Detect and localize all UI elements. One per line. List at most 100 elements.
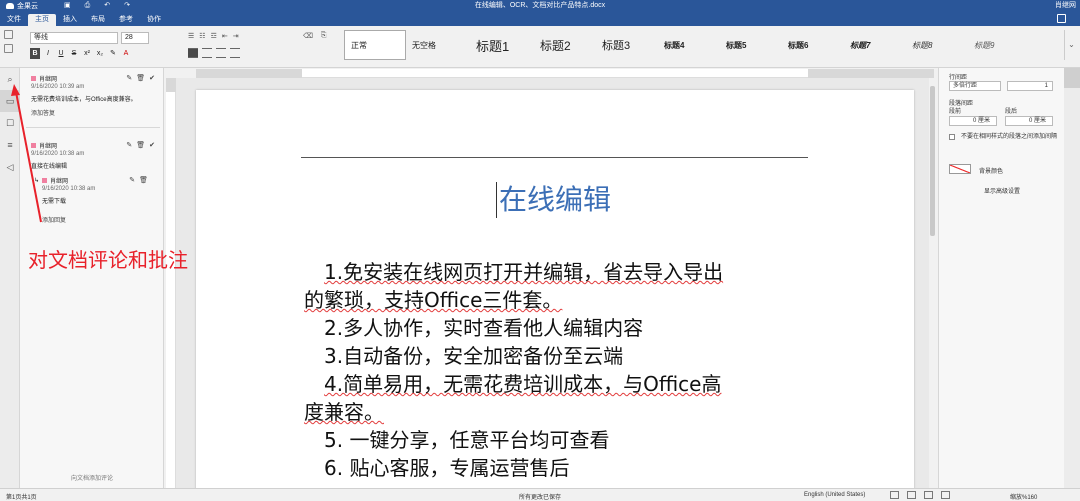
paragraph-line[interactable]: 4.简单易用，无需花费培训成本，与Office高 [304, 370, 812, 398]
comments-icon[interactable]: ▭ [0, 90, 20, 112]
edit-icon[interactable]: ✎ [129, 176, 135, 184]
no-space-checkbox[interactable] [949, 134, 955, 140]
font-family-select[interactable]: 等线 [30, 32, 118, 44]
paste-icon[interactable] [4, 44, 13, 53]
redo-icon[interactable]: ↷ [124, 0, 130, 12]
paragraph-line[interactable]: 3.自动备份，安全加密备份至云端 [304, 342, 812, 370]
style-heading-2[interactable]: 标题2 [534, 30, 596, 60]
style-heading-4[interactable]: 标题4 [658, 30, 720, 60]
delete-icon[interactable]: 🗑 [136, 141, 145, 149]
background-color-swatch[interactable] [949, 164, 971, 174]
spellcheck-icon[interactable] [890, 491, 899, 499]
menu-home[interactable]: 主页 [28, 14, 56, 26]
document-page[interactable]: 在线编辑 1.免安装在线网页打开并编辑，省去导入导出 的繁琐，支持Office三… [196, 90, 914, 488]
line-spacing-select[interactable]: 多倍行距 [949, 81, 1001, 91]
zoom-level[interactable]: 缩放%160 [1010, 492, 1037, 501]
add-comment-link[interactable]: 向文档添加评论 [20, 473, 164, 482]
align-right-icon[interactable] [216, 48, 226, 58]
bold-button[interactable]: B [30, 48, 40, 59]
image-settings-icon[interactable] [1064, 108, 1080, 128]
multilevel-list-icon[interactable]: ☲ [211, 32, 217, 40]
table-settings-icon[interactable] [1064, 88, 1080, 108]
align-left-icon[interactable] [188, 48, 198, 58]
align-center-icon[interactable] [202, 48, 212, 58]
paragraph-settings-icon[interactable] [1064, 68, 1080, 88]
style-heading-3[interactable]: 标题3 [596, 30, 658, 60]
add-reply-link[interactable]: 添加答复 [31, 108, 161, 117]
menu-file[interactable]: 文件 [0, 14, 28, 26]
delete-icon[interactable]: 🗑 [139, 176, 148, 184]
style-gallery: 正常 无空格 标题1 标题2 标题3 标题4 标题5 标题6 标题7 标题8 标… [344, 30, 1068, 60]
horizontal-ruler[interactable] [196, 69, 934, 78]
style-heading-1[interactable]: 标题1 [470, 30, 534, 60]
font-size-select[interactable]: 28 [121, 32, 149, 44]
superscript-button[interactable]: x² [82, 48, 92, 59]
track-changes-icon[interactable] [907, 491, 916, 499]
indent-decrease-icon[interactable]: ⇤ [222, 32, 228, 40]
resolve-check-icon[interactable]: ✔ [149, 74, 155, 82]
scrollbar-thumb[interactable] [930, 86, 935, 236]
menu-layout[interactable]: 布局 [84, 14, 112, 26]
menu-collaboration[interactable]: 协作 [140, 14, 168, 26]
menu-references[interactable]: 参考 [112, 14, 140, 26]
menu-insert[interactable]: 插入 [56, 14, 84, 26]
paragraph-line[interactable]: 1.免安装在线网页打开并编辑，省去导入导出 [304, 258, 812, 286]
resolve-check-icon[interactable]: ✔ [149, 141, 155, 149]
vertical-scrollbar[interactable] [929, 78, 936, 488]
document-heading[interactable]: 在线编辑 [196, 178, 914, 218]
style-heading-7[interactable]: 标题7 [844, 30, 906, 60]
window-mode-icon[interactable] [1057, 14, 1066, 23]
paragraph-line[interactable]: 5. 一键分享，任意平台均可查看 [304, 426, 812, 454]
vertical-ruler[interactable] [166, 78, 176, 488]
review-icon[interactable]: ☐ [0, 112, 20, 134]
spacing-after-input[interactable]: 0 厘米 [1005, 116, 1053, 126]
paragraph-line[interactable]: 度兼容。 [304, 398, 812, 426]
undo-icon[interactable]: ↶ [104, 0, 110, 12]
search-icon[interactable]: ⌕ [0, 68, 20, 90]
print-icon[interactable]: ⎙ [85, 0, 91, 12]
style-normal[interactable]: 正常 [344, 30, 406, 60]
bullet-list-icon[interactable]: ☰ [188, 32, 194, 40]
fit-width-icon[interactable] [941, 491, 950, 499]
underline-button[interactable]: U [56, 48, 66, 59]
user-name[interactable]: 肖继网 [1055, 0, 1076, 12]
subscript-button[interactable]: x₂ [95, 48, 105, 59]
strikethrough-button[interactable]: S [69, 48, 79, 59]
paragraph-line[interactable]: 6. 贴心客服，专属运营售后 [304, 454, 812, 482]
paragraph-line[interactable]: 2.多人协作，实时查看他人编辑内容 [304, 314, 812, 342]
feedback-icon[interactable]: ◁ [0, 156, 20, 178]
style-heading-5[interactable]: 标题5 [720, 30, 782, 60]
italic-button[interactable]: I [43, 48, 53, 59]
style-heading-9[interactable]: 标题9 [968, 30, 1030, 60]
edit-icon[interactable]: ✎ [126, 74, 132, 82]
clear-format-icon[interactable]: ⌫ [303, 32, 313, 40]
save-icon[interactable]: ▣ [64, 0, 71, 12]
comment-item[interactable]: 肖继网 9/16/2020 10:39 am 无需花费培训成本，与Office高… [31, 74, 161, 117]
copy-style-icon[interactable]: ⎘ [321, 32, 327, 40]
line-spacing-input[interactable]: 1 [1007, 81, 1053, 91]
document-title: 在线编辑、OCR、文档对比产品特点.docx [474, 2, 606, 9]
comment-item[interactable]: 肖继网 9/16/2020 10:38 am 直接在线编辑 ✎ 🗑 ✔ [31, 141, 161, 170]
spacing-before-input[interactable]: 0 厘米 [949, 116, 997, 126]
paragraph-line[interactable]: 的繁琐，支持Office三件套。 [304, 286, 812, 314]
font-color-button[interactable]: A [121, 48, 131, 59]
reply-item[interactable]: ↳ 肖继网 9/16/2020 10:38 am 无需下载 添加回复 ✎ 🗑 [34, 176, 154, 224]
fit-page-icon[interactable] [924, 491, 933, 499]
document-body[interactable]: 1.免安装在线网页打开并编辑，省去导入导出 的繁琐，支持Office三件套。 2… [304, 258, 812, 482]
style-heading-6[interactable]: 标题6 [782, 30, 844, 60]
edit-icon[interactable]: ✎ [126, 141, 132, 149]
advanced-settings-link[interactable]: 显示高级设置 [939, 186, 1065, 195]
number-list-icon[interactable]: ☷ [199, 32, 205, 40]
style-heading-8[interactable]: 标题8 [906, 30, 968, 60]
delete-icon[interactable]: 🗑 [136, 74, 145, 82]
style-no-spacing[interactable]: 无空格 [406, 30, 470, 60]
add-reply-link[interactable]: 添加回复 [34, 215, 154, 224]
highlight-button[interactable]: ✎ [108, 48, 118, 59]
indent-increase-icon[interactable]: ⇥ [233, 32, 239, 40]
language-select[interactable]: English (United States) [804, 492, 865, 498]
chevron-down-icon[interactable]: ⌄ [1064, 30, 1078, 60]
document-canvas: 在线编辑 1.免安装在线网页打开并编辑，省去导入导出 的繁琐，支持Office三… [176, 78, 934, 488]
align-justify-icon[interactable] [230, 48, 240, 58]
navigation-icon[interactable]: ≡ [0, 134, 20, 156]
copy-icon[interactable] [4, 30, 13, 39]
